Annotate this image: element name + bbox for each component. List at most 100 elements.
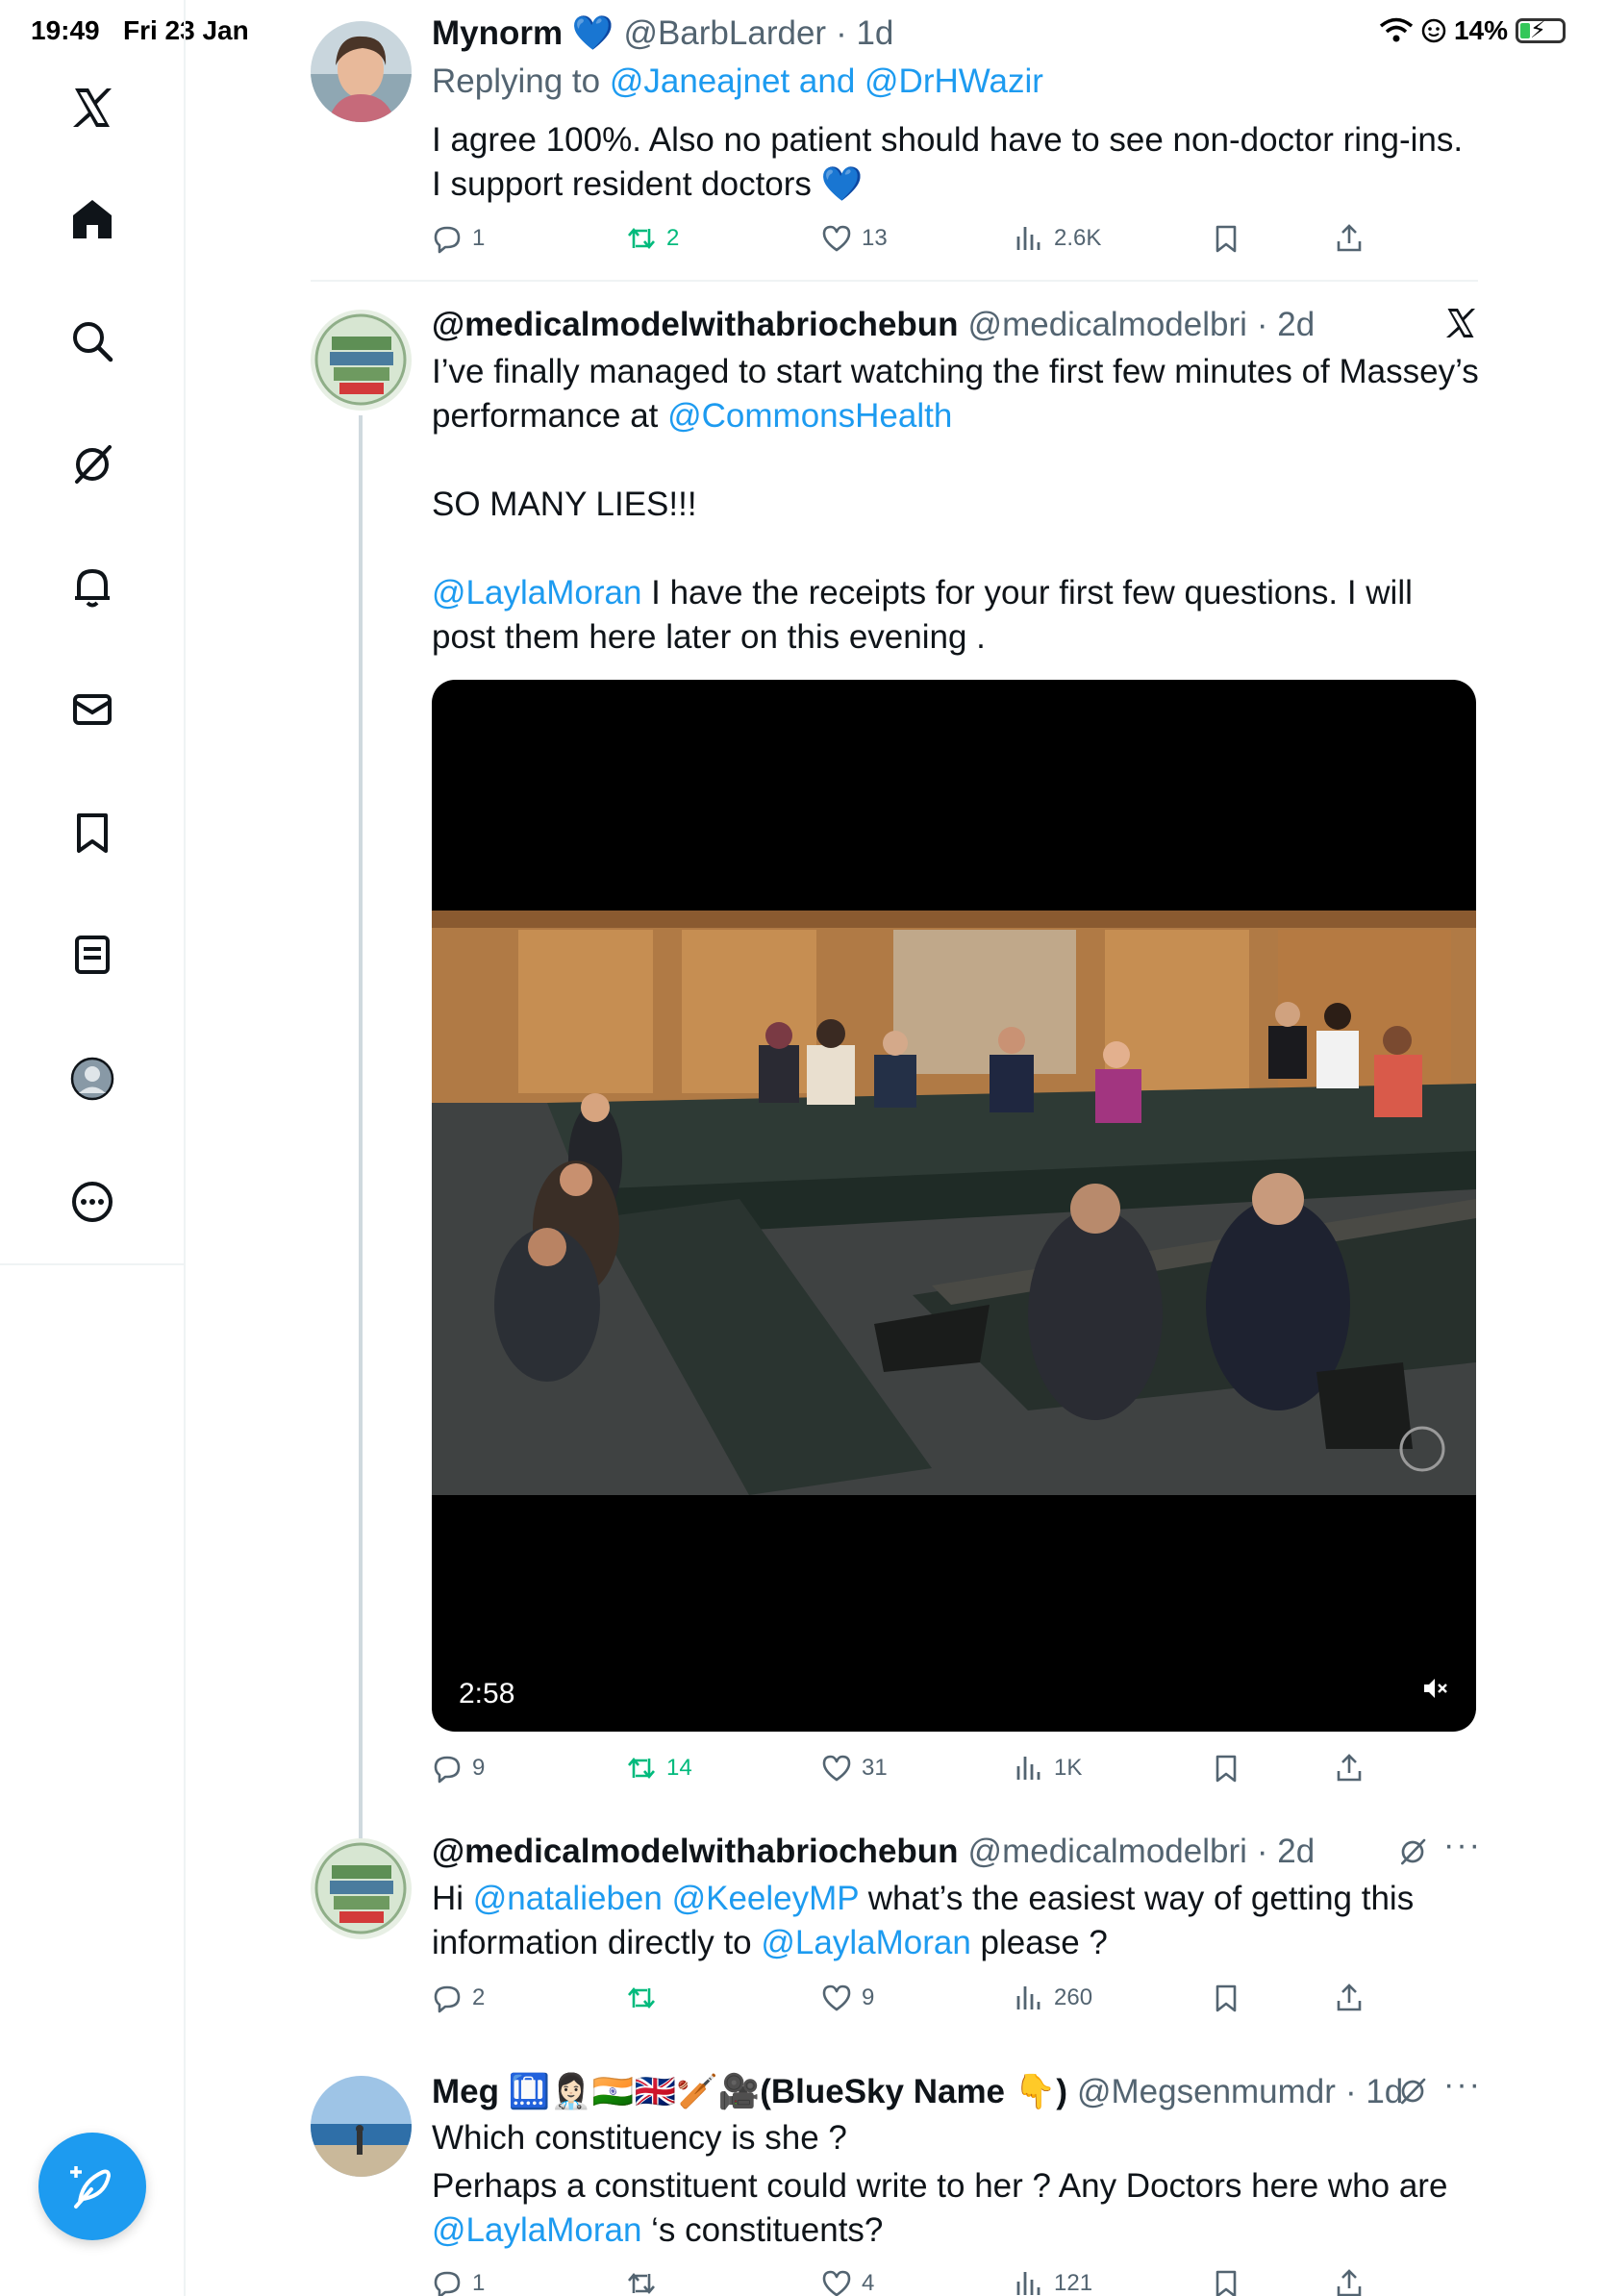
author-name[interactable]: @medicalmodelwithabriochebun — [432, 306, 959, 344]
share-button[interactable] — [1334, 2268, 1365, 2296]
view-count: 2.6K — [1054, 225, 1102, 251]
x-logo-icon[interactable] — [1443, 306, 1478, 340]
mention-link[interactable]: @natalieben — [473, 1880, 663, 1917]
bookmark-button[interactable] — [1211, 1983, 1241, 2013]
mute-icon[interactable] — [1420, 1674, 1449, 1703]
tweet-time[interactable]: · 2d — [1257, 1833, 1315, 1871]
like-button[interactable]: 9 — [821, 1983, 874, 2013]
mention-link[interactable]: @KeeleyMP — [672, 1880, 859, 1917]
mention-link[interactable]: @LaylaMoran — [761, 1924, 970, 1961]
repost-icon — [628, 1757, 655, 1780]
tweet-text-part: I’ve finally managed to start watching t… — [432, 353, 1479, 435]
repost-button[interactable]: 2 — [626, 223, 679, 254]
tweet-time[interactable]: · 2d — [1257, 306, 1315, 344]
tweet-text-line: Which constituency is she ? — [432, 2119, 847, 2157]
mention-link[interactable]: @CommonsHealth — [667, 397, 952, 435]
battery-icon: ⚡ — [1516, 17, 1566, 43]
views-icon — [1016, 1757, 1040, 1780]
tweet-text: Hi @natalieben @KeeleyMP what’s the easi… — [432, 1877, 1480, 1965]
reply-icon — [434, 1985, 461, 2013]
replying-to-link[interactable]: @Janeajnet and @DrHWazir — [610, 62, 1043, 100]
sidebar — [0, 0, 186, 2296]
repost-icon — [628, 227, 655, 250]
more-options-icon[interactable]: ··· — [1443, 2066, 1482, 2104]
author-name[interactable]: Meg 🛄👩🏻‍⚕️🇮🇳🇬🇧🏏🎥(BlueSky Name 👇) — [432, 2072, 1067, 2111]
share-button[interactable] — [1334, 1983, 1365, 2013]
grok-icon[interactable] — [63, 436, 121, 493]
share-icon — [1337, 1754, 1362, 1782]
like-count: 4 — [862, 2270, 875, 2296]
tweet-text-part: please ? — [970, 1924, 1108, 1961]
messages-icon[interactable] — [63, 681, 121, 738]
tweet[interactable]: Mynorm 💙 @BarbLarder · 1d Replying to @J… — [311, 13, 1478, 273]
tweet-time[interactable]: · 1d — [836, 14, 893, 53]
mention-link[interactable]: @LaylaMoran — [432, 2211, 641, 2249]
avatar[interactable] — [311, 310, 412, 411]
share-icon — [1337, 224, 1362, 252]
repost-button[interactable]: 14 — [626, 1753, 692, 1784]
reply-button[interactable]: 1 — [432, 2268, 485, 2296]
tweet-time[interactable]: · 1d — [1345, 2073, 1403, 2111]
reply-button[interactable]: 9 — [432, 1753, 485, 1784]
share-button[interactable] — [1334, 1753, 1365, 1784]
reply-icon — [434, 2271, 461, 2296]
mention-link[interactable]: @LaylaMoran — [432, 574, 641, 611]
tweet-actions: 2 9 260 — [432, 1983, 1393, 2021]
views-button[interactable]: 1K — [1014, 1753, 1082, 1784]
bookmark-icon — [1216, 225, 1237, 253]
compose-button[interactable] — [38, 2133, 146, 2240]
author-handle[interactable]: @Megsenmumdr — [1077, 2073, 1336, 2111]
more-icon[interactable] — [63, 1173, 121, 1231]
tweet[interactable]: @medicalmodelwithabriochebun @medicalmod… — [311, 1827, 1480, 2025]
tweet-text: I’ve finally managed to start watching t… — [432, 350, 1480, 438]
grok-icon[interactable] — [1397, 2076, 1428, 2107]
repost-count: 2 — [666, 225, 680, 251]
bookmark-button[interactable] — [1211, 1753, 1241, 1784]
author-name[interactable]: @medicalmodelwithabriochebun — [432, 1833, 959, 1871]
notifications-icon[interactable] — [63, 558, 121, 615]
share-icon — [1337, 2269, 1362, 2296]
reply-count: 2 — [472, 1984, 486, 2010]
profile-icon[interactable] — [63, 1050, 121, 1108]
views-button[interactable]: 260 — [1014, 1983, 1092, 2013]
tweet-text-part: Perhaps a constituent could write to her… — [432, 2167, 1448, 2205]
author-handle[interactable]: @BarbLarder — [623, 14, 826, 53]
views-button[interactable]: 2.6K — [1014, 223, 1101, 254]
heart-icon — [822, 2270, 851, 2296]
reply-count: 1 — [472, 2270, 486, 2296]
tweet[interactable]: Meg 🛄👩🏻‍⚕️🇮🇳🇬🇧🏏🎥(BlueSky Name 👇) @Megsen… — [311, 2066, 1480, 2296]
share-button[interactable] — [1334, 223, 1365, 254]
like-button[interactable]: 4 — [821, 2268, 874, 2296]
heart-icon — [822, 1755, 851, 1782]
x-logo-icon[interactable] — [63, 79, 121, 137]
author-handle[interactable]: @medicalmodelbri — [968, 306, 1247, 344]
reply-count: 9 — [472, 1755, 486, 1781]
view-count: 1K — [1054, 1755, 1083, 1781]
bookmark-button[interactable] — [1211, 2268, 1241, 2296]
grok-icon[interactable] — [1397, 1836, 1428, 1867]
author-name[interactable]: Mynorm 💙 — [432, 13, 614, 53]
search-icon[interactable] — [63, 312, 121, 370]
avatar[interactable] — [311, 2076, 412, 2177]
author-handle[interactable]: @medicalmodelbri — [968, 1833, 1247, 1871]
tweet-actions: 1 4 121 — [432, 2268, 1393, 2296]
like-button[interactable]: 13 — [821, 223, 888, 254]
like-button[interactable]: 31 — [821, 1753, 888, 1784]
avatar[interactable] — [311, 1838, 412, 1939]
avatar[interactable] — [311, 21, 412, 122]
repost-button[interactable] — [626, 1983, 666, 2013]
bookmark-icon — [1216, 1984, 1237, 2012]
home-icon[interactable] — [63, 190, 121, 248]
repost-count: 14 — [666, 1755, 692, 1781]
repost-icon — [628, 2272, 655, 2295]
more-options-icon[interactable]: ··· — [1443, 1827, 1482, 1864]
bookmark-icon — [1216, 2270, 1237, 2296]
reply-button[interactable]: 2 — [432, 1983, 485, 2013]
lists-icon[interactable] — [63, 926, 121, 984]
repost-button[interactable] — [626, 2268, 666, 2296]
reply-button[interactable]: 1 — [432, 223, 485, 254]
bookmarks-icon[interactable] — [63, 804, 121, 861]
views-button[interactable]: 121 — [1014, 2268, 1092, 2296]
bookmark-button[interactable] — [1211, 223, 1241, 254]
video-player[interactable]: 2:58 — [432, 680, 1476, 1732]
